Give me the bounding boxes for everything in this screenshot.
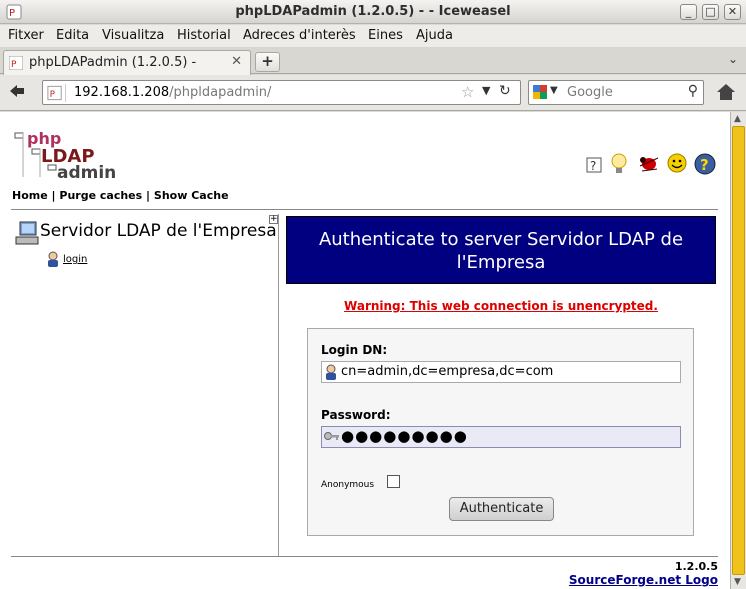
home-icon[interactable] [716,83,736,101]
login-dn-label: Login DN: [321,343,388,357]
menu-adreces[interactable]: Adreces d'interès [243,28,356,43]
anonymous-label: Anonymous [321,480,375,490]
menu-edita[interactable]: Edita [56,28,89,43]
menubar: Fitxer Edita Visualitza Historial Adrece… [0,25,746,47]
menu-ajuda[interactable]: Ajuda [416,28,453,43]
unencrypted-warning[interactable]: Warning: This web connection is unencryp… [286,299,716,313]
password-label: Password: [321,408,391,422]
window-titlebar: P phpLDAPadmin (1.2.0.5) - - Iceweasel _… [0,0,746,24]
search-input[interactable]: Google [567,85,613,100]
login-dn-field[interactable]: cn=admin,dc=empresa,dc=com [321,361,681,383]
engine-dropdown-icon[interactable]: ▼ [550,85,558,96]
favicon-icon: P [9,56,23,70]
smiley-icon[interactable] [666,152,688,178]
svg-text:?: ? [700,156,709,174]
show-cache-link[interactable]: Show Cache [154,189,229,202]
version-label: 1.2.0.5 [674,560,718,573]
purge-caches-link[interactable]: Purge caches [59,189,142,202]
authenticate-button[interactable]: Authenticate [449,497,554,521]
sourceforge-logo-link[interactable]: SourceForge.net Logo [569,573,718,587]
svg-text:P: P [11,60,17,70]
link-separator: | [146,189,151,202]
password-field[interactable]: ●●●●●●●●● [321,426,681,448]
menu-visualitza[interactable]: Visualitza [102,28,164,43]
reload-icon[interactable]: ↻ [499,83,511,99]
search-magnifier-icon[interactable]: ⚲ [688,83,698,99]
bug-icon[interactable] [637,152,661,178]
site-identity-icon[interactable]: P [46,84,66,102]
new-tab-button[interactable]: + [255,52,280,72]
login-form: Login DN: cn=admin,dc=empresa,dc=com Pas… [307,328,694,536]
logo-admin: admin [57,163,116,182]
link-separator: | [51,189,56,202]
back-arrow-icon[interactable] [8,83,26,99]
menu-eines[interactable]: Eines [368,28,403,43]
help-small-icon[interactable]: ? [585,152,605,178]
phpldapadmin-logo[interactable]: php LDAP admin [14,127,124,182]
page-content: php LDAP admin ? ? Home | Purge caches |… [0,112,730,589]
password-mask: ●●●●●●●●● [341,427,468,445]
menu-fitxer[interactable]: Fitxer [8,28,44,43]
user-login-icon[interactable] [46,251,60,267]
top-links: Home | Purge caches | Show Cache [12,189,229,202]
help-question-icon[interactable]: ? [693,152,717,180]
maximize-button[interactable]: □ [702,4,719,20]
url-text[interactable]: 192.168.1.208/phpldapadmin/ [74,85,271,100]
server-name: Servidor LDAP de l'Empresa [40,221,277,241]
svg-text:P: P [50,90,55,100]
tab-strip: P phpLDAPadmin (1.2.0.5) - ✕ + ⌄ [0,47,746,75]
anonymous-checkbox[interactable] [387,475,400,488]
key-icon [324,432,339,440]
search-bar[interactable]: ▼ Google ⚲ [528,80,704,105]
bookmark-star-icon[interactable]: ☆ [461,83,474,101]
home-link[interactable]: Home [12,189,48,202]
auth-title-box: Authenticate to server Servidor LDAP de … [286,216,716,284]
url-path: /phpldapadmin/ [169,85,272,100]
window-title: phpLDAPadmin (1.2.0.5) - - Iceweasel [235,4,511,19]
scroll-up-icon[interactable]: ▲ [734,114,741,124]
user-field-icon [326,364,336,380]
minimize-button[interactable]: _ [680,4,697,20]
url-bar[interactable]: P 192.168.1.208/phpldapadmin/ ☆ ▼ ↻ [42,80,521,105]
tab-list-chevron-icon[interactable]: ⌄ [728,52,738,66]
navigation-bar: P 192.168.1.208/phpldapadmin/ ☆ ▼ ↻ ▼ Go… [0,75,746,111]
vertical-scrollbar[interactable]: ▲ ▼ [730,112,746,589]
login-link[interactable]: login [63,254,87,265]
url-dropdown-icon[interactable]: ▼ [482,84,490,97]
header-divider [11,209,718,210]
footer-divider [11,556,718,557]
login-dn-value: cn=admin,dc=empresa,dc=com [341,364,554,379]
google-engine-icon[interactable] [533,85,547,99]
close-window-button[interactable]: ✕ [724,4,741,20]
tab-label: phpLDAPadmin (1.2.0.5) - [29,55,197,70]
lightbulb-icon[interactable] [610,152,628,180]
svg-text:?: ? [590,159,596,173]
auth-title: Authenticate to server Servidor LDAP de … [318,229,684,273]
url-host: 192.168.1.208 [74,85,170,100]
scroll-thumb[interactable] [732,126,745,575]
menu-historial[interactable]: Historial [177,28,231,43]
tab-close-icon[interactable]: ✕ [231,54,242,69]
tab-phpldapadmin[interactable]: P phpLDAPadmin (1.2.0.5) - ✕ [3,50,251,75]
scroll-down-icon[interactable]: ▼ [734,577,741,587]
